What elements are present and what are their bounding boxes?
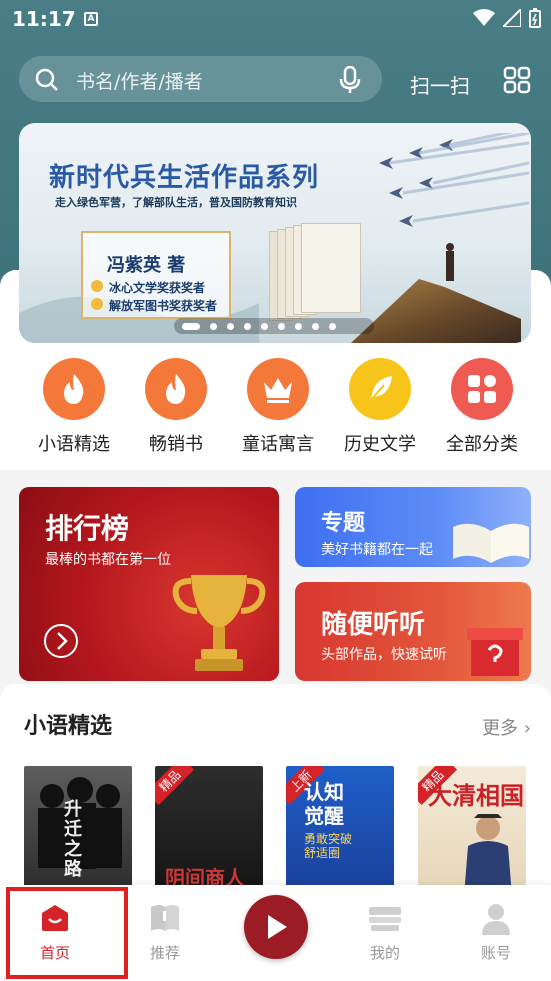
- book-title: 升迁之路: [64, 799, 82, 880]
- carousel-dot: [210, 322, 217, 330]
- topic-title: 专题: [321, 511, 366, 536]
- section-title: 小语精选: [24, 714, 113, 739]
- book-cover[interactable]: 精品 阴间商人: [155, 766, 263, 896]
- category-icon-circle: [247, 358, 309, 420]
- search-placeholder: 书名/作者/播者: [76, 71, 203, 93]
- gift-box-icon: [467, 628, 523, 676]
- jets-graphic: [379, 133, 529, 227]
- official-portrait-graphic: [464, 814, 512, 896]
- more-label: 更多: [482, 718, 519, 739]
- chevron-right-icon: ›: [523, 718, 531, 739]
- banner-subtitle: 走入绿色军营，了解部队生活，普及国防教育知识: [55, 196, 297, 209]
- carousel-dot: [312, 322, 319, 330]
- book-subtitle: 勇敢突破 舒适圈: [304, 832, 353, 860]
- category-row: 小语精选 畅销书 童话寓言 历史文学 全部分类: [0, 358, 551, 458]
- carousel-dot-active: [182, 322, 200, 330]
- wifi-icon: [473, 9, 495, 26]
- category-icon-circle: [451, 358, 513, 420]
- book-title: 认知觉醒: [304, 780, 344, 828]
- flame-icon: [166, 374, 186, 404]
- ranking-card[interactable]: 排行榜 最棒的书都在第一位: [19, 487, 279, 681]
- book-set-image: [269, 223, 365, 321]
- selection-highlight: [6, 887, 128, 979]
- grid-icon: [468, 375, 496, 403]
- award-line-1: 冰心文学奖获奖者: [90, 280, 206, 295]
- trophy-icon: [172, 575, 266, 671]
- menu-grid-icon[interactable]: [503, 66, 531, 94]
- category-xiaoyu[interactable]: 小语精选: [24, 358, 124, 456]
- banner-author: 冯紫英 著: [107, 255, 186, 276]
- topic-subtitle: 美好书籍都在一起: [321, 542, 433, 558]
- category-label: 小语精选: [38, 434, 110, 455]
- status-icons: [473, 8, 541, 28]
- arrow-circle-icon[interactable]: [43, 623, 79, 659]
- category-icon-circle: [43, 358, 105, 420]
- category-label: 童话寓言: [242, 434, 314, 455]
- book-icon: [151, 905, 179, 931]
- carousel-dot: [278, 322, 285, 330]
- listen-card[interactable]: 随便听听 头部作品，快速试听: [295, 582, 531, 681]
- category-all[interactable]: 全部分类: [432, 358, 532, 456]
- signal-icon: [503, 9, 521, 27]
- play-icon: [268, 915, 287, 939]
- flame-icon: [64, 374, 84, 404]
- book-title: 大清相国: [428, 782, 524, 810]
- nav-label: 我的: [369, 944, 400, 962]
- carousel-dot: [244, 322, 251, 330]
- carousel-dot: [261, 322, 268, 330]
- microphone-icon[interactable]: [339, 66, 361, 94]
- battery-icon: [529, 8, 541, 28]
- search-icon: [35, 68, 58, 91]
- listen-title: 随便听听: [321, 610, 426, 640]
- listen-subtitle: 头部作品，快速试听: [321, 647, 447, 663]
- status-bar: 11:17 A: [0, 0, 551, 38]
- ranking-title: 排行榜: [45, 512, 130, 545]
- category-icon-circle: [349, 358, 411, 420]
- category-bestseller[interactable]: 畅销书: [126, 358, 226, 456]
- carousel-dot: [329, 322, 336, 330]
- topic-card[interactable]: 专题 美好书籍都在一起: [295, 487, 531, 567]
- carousel-dot: [227, 322, 234, 330]
- banner-carousel[interactable]: 新时代兵生活作品系列 走入绿色军营，了解部队生活，普及国防教育知识 冯紫英 著 …: [19, 123, 531, 343]
- book-cover[interactable]: 升迁之路: [24, 766, 132, 896]
- open-book-icon: [453, 523, 529, 563]
- book-cover[interactable]: 上新 认知觉醒 勇敢突破 舒适圈: [286, 766, 394, 896]
- category-label: 全部分类: [446, 434, 518, 455]
- play-button[interactable]: [244, 895, 308, 959]
- soldier-silhouette: [446, 243, 454, 281]
- award-line-2: 解放军图书奖获奖者: [90, 298, 218, 313]
- tag-badge: 精品: [155, 766, 195, 806]
- notification-icon: A: [84, 12, 98, 26]
- search-bar[interactable]: 书名/作者/播者: [19, 56, 382, 102]
- ranking-subtitle: 最棒的书都在第一位: [45, 552, 171, 568]
- category-icon-circle: [145, 358, 207, 420]
- category-label: 畅销书: [149, 434, 203, 455]
- nav-mine[interactable]: 我的: [330, 885, 440, 981]
- scan-button[interactable]: 扫一扫: [410, 70, 470, 99]
- category-fairytale[interactable]: 童话寓言: [228, 358, 328, 456]
- user-icon: [482, 904, 510, 935]
- feather-icon: [369, 376, 392, 402]
- nav-label: 账号: [480, 944, 511, 962]
- more-link[interactable]: 更多 ›: [482, 714, 531, 740]
- nav-account[interactable]: 账号: [441, 885, 551, 981]
- carousel-indicator: [174, 318, 374, 334]
- carousel-dot: [295, 322, 302, 330]
- bookshelf-icon: [369, 907, 401, 931]
- book-cover[interactable]: 精品 大清相国: [418, 766, 526, 896]
- category-history[interactable]: 历史文学: [330, 358, 430, 456]
- status-time: 11:17: [12, 7, 76, 31]
- crown-icon: [264, 378, 292, 403]
- banner-title: 新时代兵生活作品系列: [49, 163, 320, 193]
- category-label: 历史文学: [344, 434, 416, 455]
